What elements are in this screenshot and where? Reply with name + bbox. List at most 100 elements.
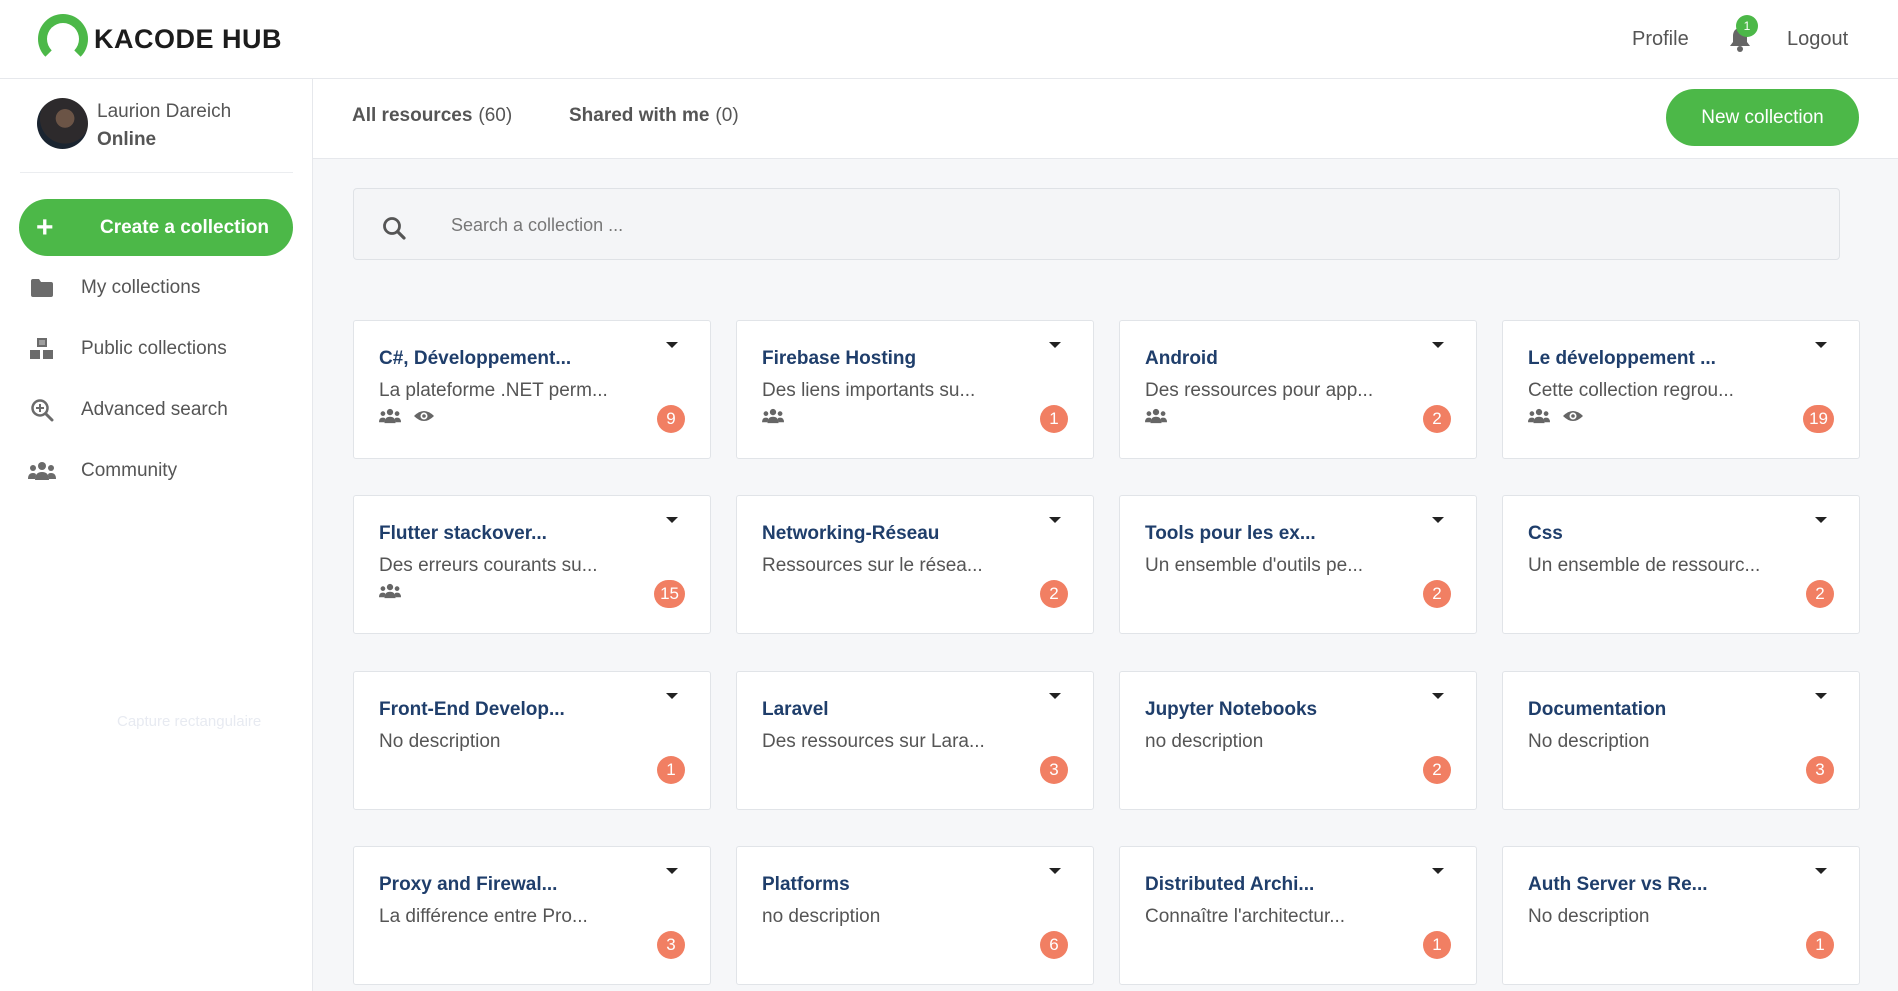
collection-description: Des erreurs courants su...	[379, 555, 598, 576]
resource-count-badge: 2	[1423, 580, 1451, 608]
resource-count-badge: 9	[657, 405, 685, 433]
card-flags	[1145, 408, 1167, 426]
collection-description: La plateforme .NET perm...	[379, 380, 608, 401]
collection-title: Css	[1528, 523, 1563, 544]
user-status: Online	[97, 129, 157, 150]
resource-count-badge: 3	[1806, 756, 1834, 784]
users-icon	[28, 459, 56, 483]
collection-card[interactable]: Tools pour les ex... Un ensemble d'outil…	[1119, 495, 1477, 634]
collection-title: Platforms	[762, 874, 850, 895]
collection-title: Tools pour les ex...	[1145, 523, 1316, 544]
tab-count: (60)	[478, 105, 513, 126]
sidebar-item-label: My collections	[81, 277, 201, 298]
tab-all-resources[interactable]: All resources (60)	[352, 105, 512, 127]
collection-card[interactable]: Auth Server vs Re... No description 1	[1502, 846, 1860, 985]
collection-description: no description	[1145, 731, 1264, 752]
card-flags	[379, 583, 401, 601]
tabs-bar: All resources (60) Shared with me (0) New …	[313, 79, 1898, 159]
collection-card[interactable]: Css Un ensemble de ressourc... 2	[1502, 495, 1860, 634]
capture-watermark: Capture rectangulaire	[117, 713, 262, 730]
card-menu-caret-icon[interactable]	[1432, 517, 1444, 523]
card-menu-caret-icon[interactable]	[1815, 868, 1827, 874]
new-collection-button[interactable]: New collection	[1666, 89, 1859, 146]
sidebar-item-my-collections[interactable]: My collections	[28, 268, 298, 308]
collection-title: Flutter stackover...	[379, 523, 547, 544]
users-icon	[379, 583, 401, 601]
collection-card[interactable]: Platforms no description 6	[736, 846, 1094, 985]
folder-icon	[28, 276, 56, 300]
collection-title: Distributed Archi...	[1145, 874, 1315, 895]
card-menu-caret-icon[interactable]	[666, 868, 678, 874]
resource-count-badge: 1	[1423, 931, 1451, 959]
logo[interactable]: KACODE HUB	[38, 14, 282, 64]
search-box	[353, 188, 1840, 260]
collection-card[interactable]: Jupyter Notebooks no description 2	[1119, 671, 1477, 810]
card-menu-caret-icon[interactable]	[1815, 342, 1827, 348]
collection-title: Front-End Develop...	[379, 699, 565, 720]
resource-count-badge: 2	[1806, 580, 1834, 608]
collection-description: Ressources sur le résea...	[762, 555, 983, 576]
card-menu-caret-icon[interactable]	[1432, 342, 1444, 348]
sidebar-item-advanced-search[interactable]: Advanced search	[28, 390, 298, 430]
create-collection-button[interactable]: + Create a collection	[19, 199, 293, 256]
cubes-icon	[28, 337, 56, 361]
users-icon	[762, 408, 784, 426]
collection-card[interactable]: Distributed Archi... Connaître l'archite…	[1119, 846, 1477, 985]
collection-card[interactable]: Android Des ressources pour app... 2	[1119, 320, 1477, 459]
collection-description: No description	[1528, 906, 1650, 927]
card-menu-caret-icon[interactable]	[666, 517, 678, 523]
collection-card[interactable]: Laravel Des ressources sur Lara... 3	[736, 671, 1094, 810]
collection-title: Firebase Hosting	[762, 348, 917, 369]
card-menu-caret-icon[interactable]	[666, 342, 678, 348]
collection-title: C#, Développement...	[379, 348, 572, 369]
sidebar-item-public-collections[interactable]: Public collections	[28, 329, 298, 369]
collection-card[interactable]: Documentation No description 3	[1502, 671, 1860, 810]
card-flags	[379, 408, 435, 426]
card-menu-caret-icon[interactable]	[1049, 868, 1061, 874]
collection-title: Auth Server vs Re...	[1528, 874, 1708, 895]
tab-label: Shared with me	[569, 105, 710, 126]
collection-description: Cette collection regrou...	[1528, 380, 1734, 401]
top-navbar: KACODE HUB Profile 1 Logout	[0, 0, 1898, 79]
collection-card[interactable]: Le développement ... Cette collection re…	[1502, 320, 1860, 459]
card-menu-caret-icon[interactable]	[1432, 693, 1444, 699]
users-icon	[1528, 408, 1550, 426]
avatar[interactable]	[37, 98, 88, 149]
collection-card[interactable]: Firebase Hosting Des liens importants su…	[736, 320, 1094, 459]
sidebar-item-community[interactable]: Community	[28, 451, 298, 491]
collection-description: Connaître l'architectur...	[1145, 906, 1346, 927]
eye-icon	[413, 408, 435, 426]
profile-link[interactable]: Profile	[1632, 28, 1689, 51]
card-menu-caret-icon[interactable]	[1815, 693, 1827, 699]
card-menu-caret-icon[interactable]	[1815, 517, 1827, 523]
collection-title: Le développement ...	[1528, 348, 1716, 369]
collection-card[interactable]: Flutter stackover... Des erreurs courant…	[353, 495, 711, 634]
card-flags	[1528, 408, 1584, 426]
sidebar-item-label: Public collections	[81, 338, 227, 359]
resource-count-badge: 2	[1423, 405, 1451, 433]
card-menu-caret-icon[interactable]	[1049, 693, 1061, 699]
collection-card[interactable]: Front-End Develop... No description 1	[353, 671, 711, 810]
resource-count-badge: 2	[1040, 580, 1068, 608]
card-menu-caret-icon[interactable]	[1049, 517, 1061, 523]
card-menu-caret-icon[interactable]	[666, 693, 678, 699]
collection-card[interactable]: Proxy and Firewal... La différence entre…	[353, 846, 711, 985]
resource-count-badge: 2	[1423, 756, 1451, 784]
tab-label: All resources	[352, 105, 473, 126]
collection-title: Proxy and Firewal...	[379, 874, 558, 895]
card-menu-caret-icon[interactable]	[1049, 342, 1061, 348]
logout-link[interactable]: Logout	[1787, 28, 1848, 51]
collection-card[interactable]: Networking-Réseau Ressources sur le rése…	[736, 495, 1094, 634]
collection-description: Un ensemble de ressourc...	[1528, 555, 1761, 576]
collection-card[interactable]: C#, Développement... La plateforme .NET …	[353, 320, 711, 459]
sidebar: Laurion Dareich Online + Create a collec…	[0, 79, 313, 991]
resource-count-badge: 1	[657, 756, 685, 784]
resource-count-badge: 15	[654, 580, 685, 608]
resource-count-badge: 6	[1040, 931, 1068, 959]
collection-title: Laravel	[762, 699, 829, 720]
tab-shared-with-me[interactable]: Shared with me (0)	[569, 105, 739, 127]
search-input[interactable]	[451, 207, 1811, 243]
users-icon	[379, 408, 401, 426]
sidebar-item-label: Advanced search	[81, 399, 228, 420]
card-menu-caret-icon[interactable]	[1432, 868, 1444, 874]
